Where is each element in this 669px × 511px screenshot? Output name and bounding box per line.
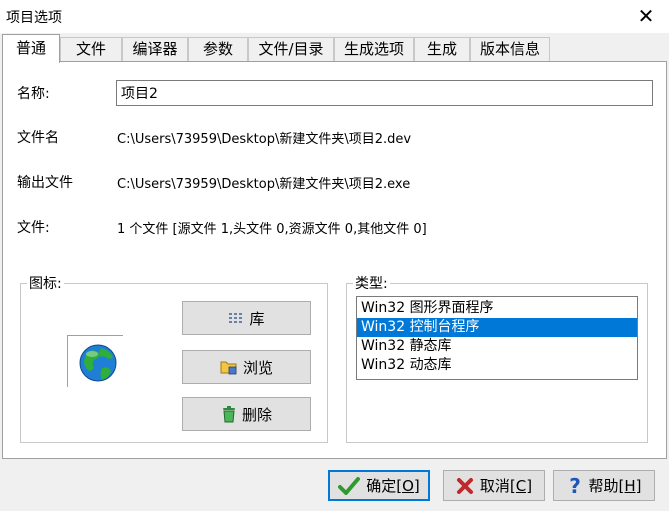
browse-button-label: 浏览 (242, 358, 273, 377)
filename-label: 文件名 (17, 130, 59, 146)
list-item-win32-gui[interactable]: Win32 图形界面程序 (357, 299, 637, 318)
icon-group-title: 图标: (27, 273, 64, 293)
name-label: 名称: (17, 86, 50, 102)
delete-button[interactable]: 删除 (182, 397, 311, 431)
folder-icon (220, 361, 237, 375)
tab-build-options[interactable]: 生成选项 (334, 37, 414, 62)
help-button-key: [H] (618, 477, 642, 495)
library-button-label: 库 (249, 309, 265, 328)
tab-directories[interactable]: 文件/目录 (248, 37, 334, 62)
project-icon-preview (67, 335, 123, 387)
list-item-win32-dll[interactable]: Win32 动态库 (357, 356, 637, 375)
files-label: 文件: (17, 220, 50, 236)
cancel-x-icon (456, 477, 473, 494)
tab-files[interactable]: 文件 (60, 37, 122, 62)
output-value: C:\Users\73959\Desktop\新建文件夹\项目2.exe (117, 177, 411, 192)
output-label: 输出文件 (17, 175, 73, 191)
window-title: 项目选项 (6, 10, 62, 26)
globe-icon (79, 344, 117, 382)
ok-button-label: 确定 (366, 477, 397, 495)
check-icon (338, 476, 361, 495)
svg-text:?: ? (569, 476, 581, 496)
help-question-icon: ? (569, 476, 581, 496)
title-bar: 项目选项 ✕ (0, 0, 669, 34)
ok-button[interactable]: 确定[O] (328, 470, 430, 501)
tab-version-info[interactable]: 版本信息 (470, 37, 550, 62)
trash-icon (222, 406, 235, 423)
files-value: 1 个文件 [源文件 1,头文件 0,资源文件 0,其他文件 0] (117, 222, 427, 237)
filename-value: C:\Users\73959\Desktop\新建文件夹\项目2.dev (117, 132, 412, 147)
browse-button[interactable]: 浏览 (182, 350, 311, 384)
name-input[interactable] (116, 80, 653, 106)
type-group-title: 类型: (353, 273, 390, 293)
tab-strip: 普通 文件 编译器 参数 文件/目录 生成选项 生成 版本信息 (2, 34, 667, 63)
close-icon: ✕ (637, 4, 655, 28)
library-icon (229, 313, 243, 323)
cancel-button-key: [C] (509, 477, 533, 495)
delete-button-label: 删除 (241, 405, 272, 424)
help-button-label: 帮助 (588, 477, 619, 495)
list-item-win32-console[interactable]: Win32 控制台程序 (357, 318, 637, 337)
tab-general[interactable]: 普通 (2, 34, 60, 63)
close-button[interactable]: ✕ (623, 0, 669, 32)
cancel-button[interactable]: 取消[C] (443, 470, 545, 501)
list-item-win32-static-lib[interactable]: Win32 静态库 (357, 337, 637, 356)
help-button[interactable]: ? 帮助[H] (553, 470, 655, 501)
ok-button-key: [O] (396, 477, 420, 495)
tab-compiler[interactable]: 编译器 (122, 37, 188, 62)
cancel-button-label: 取消 (479, 477, 510, 495)
library-button[interactable]: 库 (182, 301, 311, 335)
tab-build[interactable]: 生成 (414, 37, 470, 62)
tab-parameters[interactable]: 参数 (188, 37, 248, 62)
project-type-list[interactable]: Win32 图形界面程序 Win32 控制台程序 Win32 静态库 Win32… (356, 296, 638, 380)
